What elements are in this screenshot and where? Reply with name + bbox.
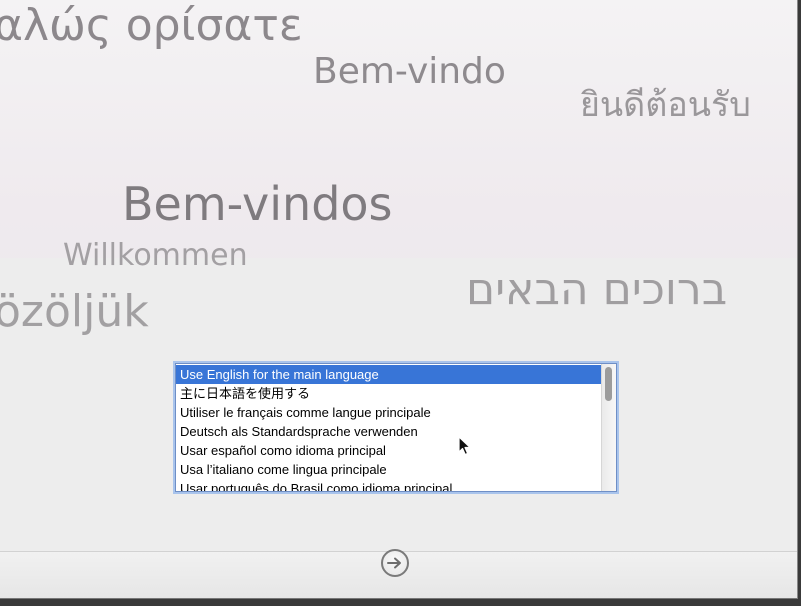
language-item-german[interactable]: Deutsch als Standardsprache verwenden	[176, 422, 601, 441]
mouse-pointer-icon	[458, 436, 471, 456]
greeting-german: Willkommen	[63, 238, 248, 273]
language-item-french[interactable]: Utiliser le français comme langue princi…	[176, 403, 601, 422]
greeting-portuguese-br: Bem-vindos	[122, 177, 393, 231]
language-item-spanish[interactable]: Usar español como idioma principal	[176, 441, 601, 460]
language-item-japanese[interactable]: 主に日本語を使用する	[176, 384, 601, 403]
greeting-portuguese-pt: Bem-vindo	[313, 51, 506, 92]
arrow-right-circle-icon	[387, 557, 401, 569]
continue-button[interactable]	[381, 549, 409, 577]
scrollbar-thumb[interactable]	[605, 367, 612, 401]
language-list[interactable]: Use English for the main language 主に日本語を…	[175, 363, 617, 492]
greeting-greek: αλώς ορίσατε	[0, 0, 303, 51]
greeting-hebrew: ברוכים הבאים	[466, 264, 728, 315]
language-item-portuguese-brazil[interactable]: Usar português do Brasil como idioma pri…	[176, 479, 601, 491]
greeting-hungarian: özöljük	[0, 286, 149, 337]
language-item-italian[interactable]: Usa l’italiano come lingua principale	[176, 460, 601, 479]
language-list-items: Use English for the main language 主に日本語を…	[176, 365, 601, 491]
installer-window: αλώς ορίσατε Bem-vindo ยินดีต้อนรับ Bem-…	[0, 0, 798, 599]
greeting-thai: ยินดีต้อนรับ	[580, 85, 751, 125]
language-list-scrollbar[interactable]	[601, 364, 616, 491]
language-item-english[interactable]: Use English for the main language	[176, 365, 601, 384]
